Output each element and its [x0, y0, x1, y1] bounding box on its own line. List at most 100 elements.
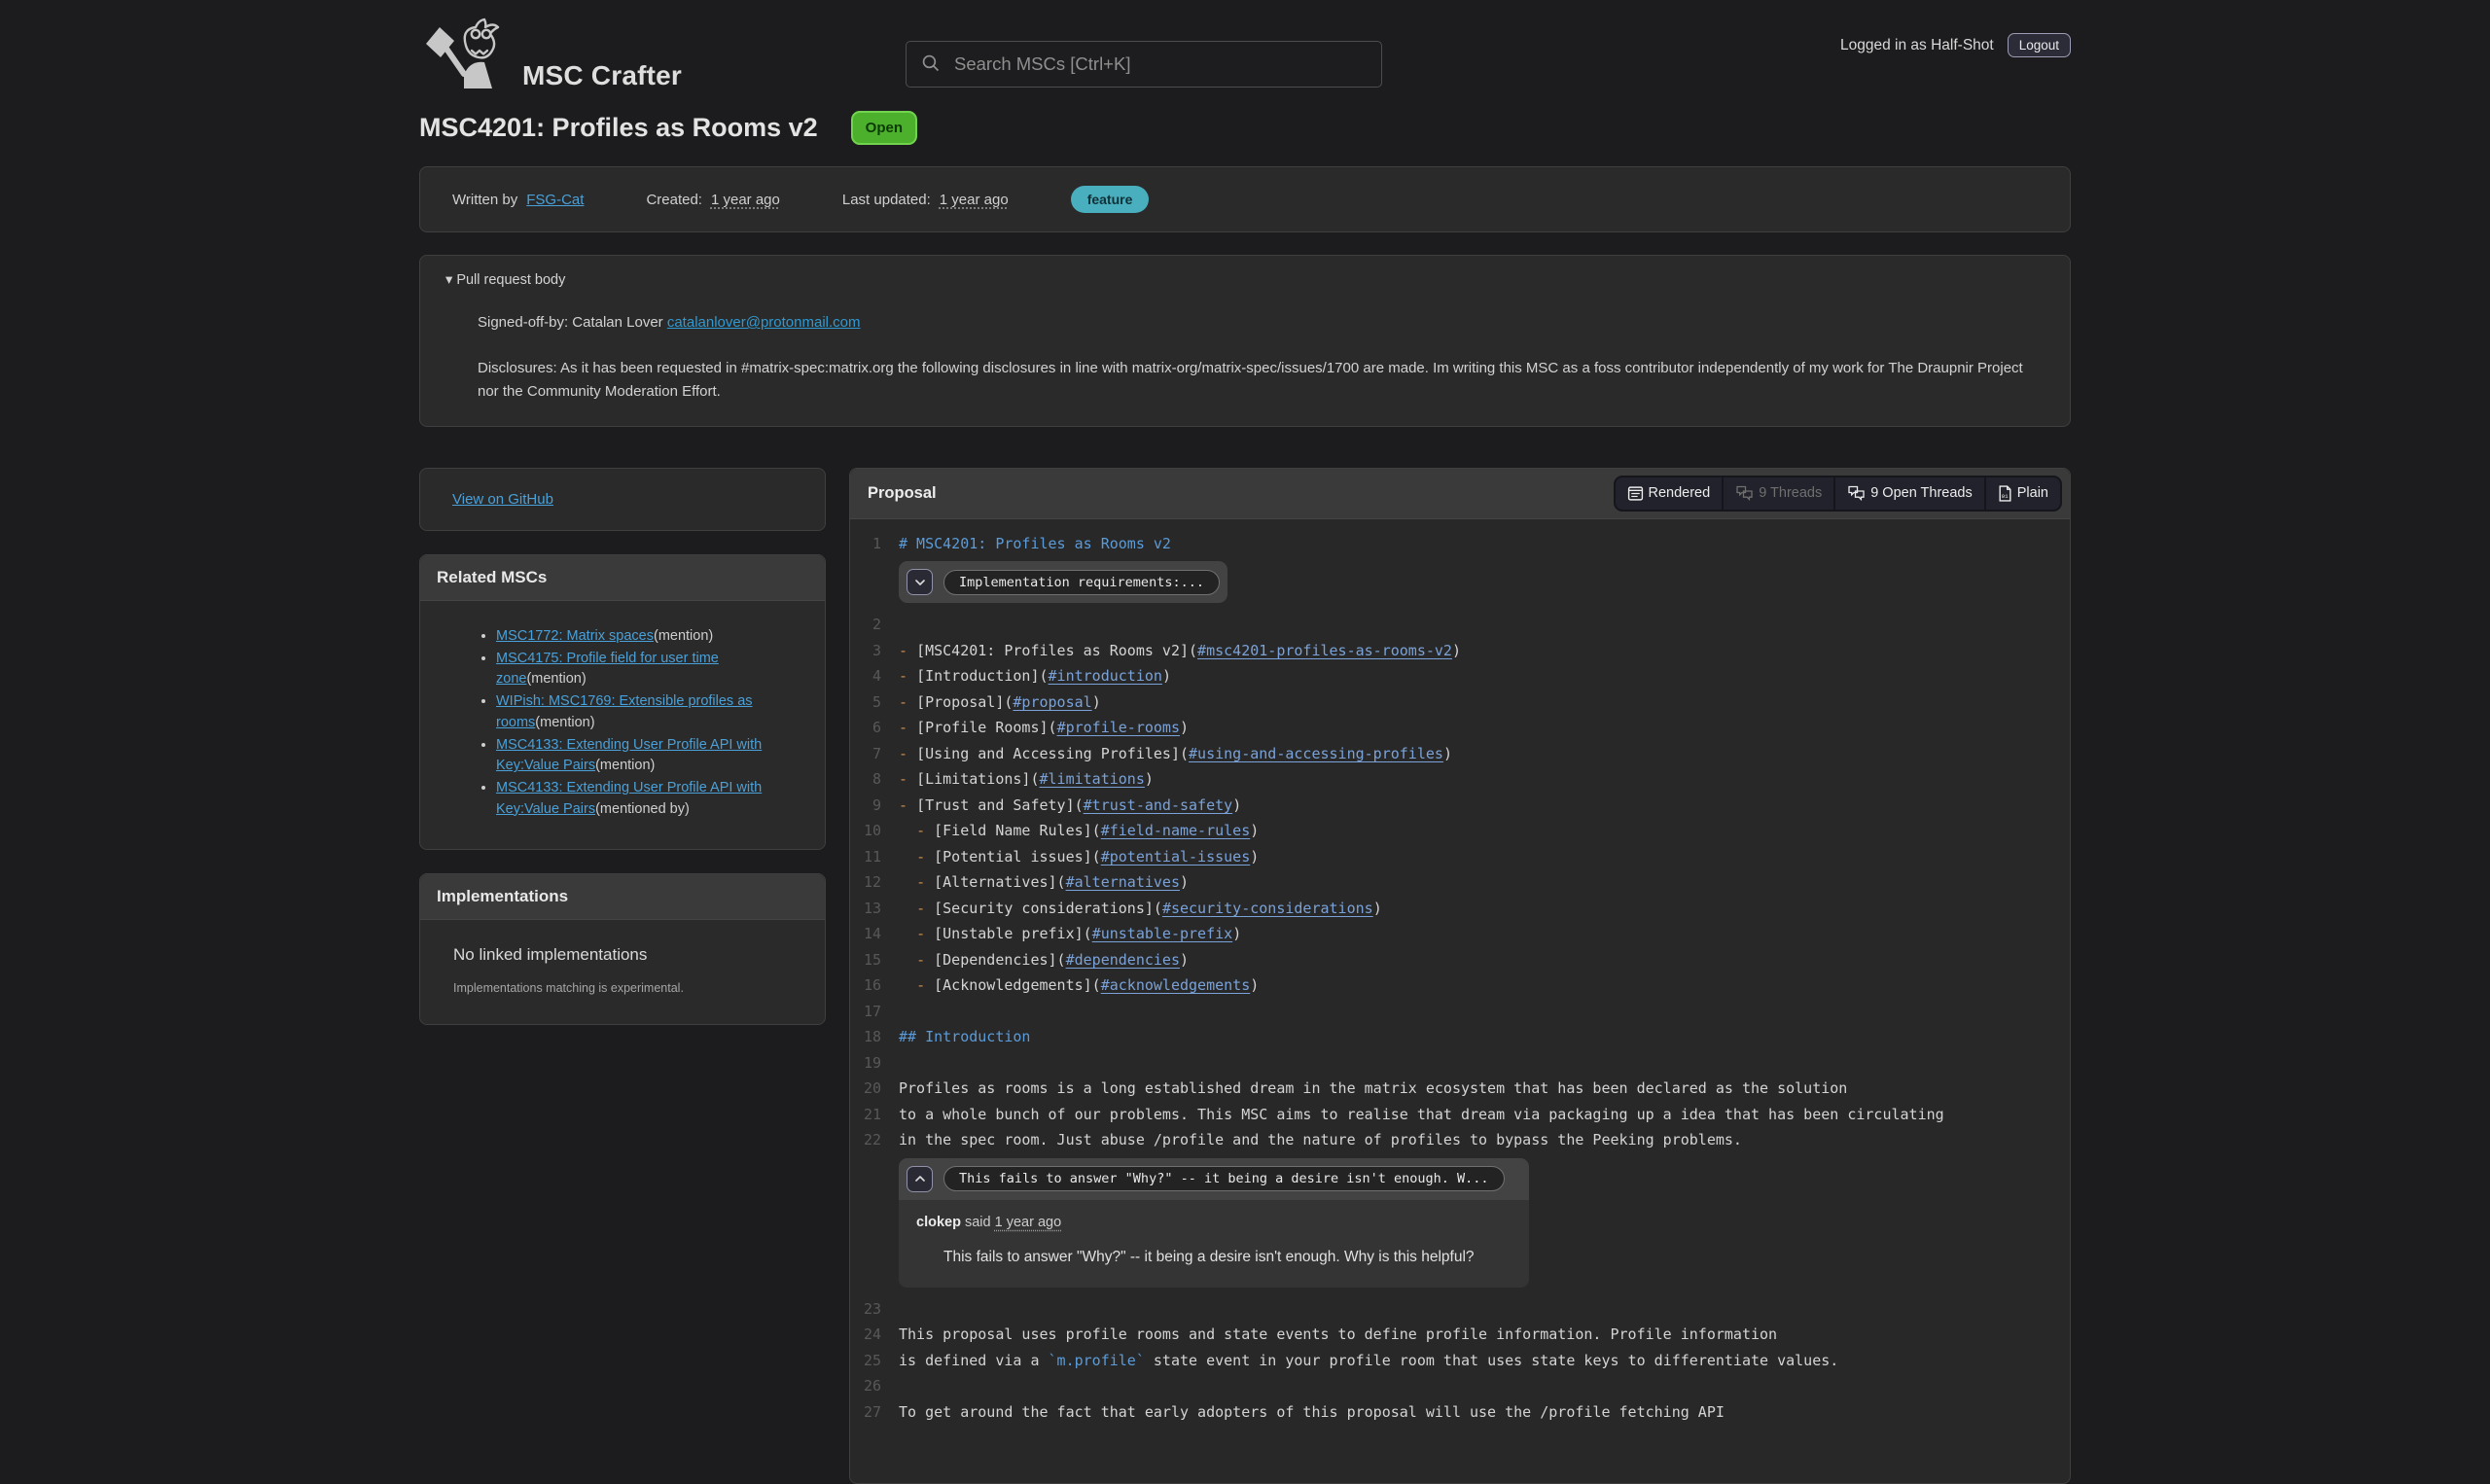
tab-9-threads[interactable]: 9 Threads — [1724, 477, 1833, 510]
related-msc-item: MSC4133: Extending User Profile API with… — [496, 778, 807, 821]
anchor-link[interactable]: #proposal — [1013, 693, 1091, 711]
anchor-link[interactable]: #profile-rooms — [1057, 719, 1180, 736]
signed-off-line: Signed-off-by: Catalan Lover catalanlove… — [478, 311, 2024, 334]
thread-expanded: This fails to answer "Why?" -- it being … — [899, 1158, 1529, 1288]
line-text: is defined via a `m.profile` state event… — [899, 1348, 1838, 1374]
anchor-link[interactable]: #msc4201-profiles-as-rooms-v2 — [1197, 642, 1452, 659]
file-icon: 01 — [1998, 485, 2012, 502]
thread-summary-pill[interactable]: This fails to answer "Why?" -- it being … — [943, 1166, 1505, 1191]
author-link[interactable]: FSG-Cat — [526, 192, 584, 208]
code-line: 2 — [850, 612, 2070, 638]
anchor-link[interactable]: #dependencies — [1066, 951, 1180, 969]
view-on-github-link[interactable]: View on GitHub — [452, 491, 553, 508]
line-text: # MSC4201: Profiles as Rooms v2 — [899, 531, 1171, 557]
line-number: 23 — [850, 1296, 881, 1323]
line-number: 7 — [850, 741, 881, 767]
github-card: View on GitHub — [419, 468, 826, 531]
related-msc-link[interactable]: MSC1772: Matrix spaces — [496, 628, 654, 644]
line-number: 13 — [850, 896, 881, 922]
anchor-link[interactable]: #potential-issues — [1101, 848, 1251, 866]
thread-summary-pill[interactable]: Implementation requirements:... — [943, 570, 1220, 595]
line-text: to a whole bunch of our problems. This M… — [899, 1102, 1944, 1128]
proposal-tabs: Rendered 9 Threads 9 Open Threads 01Plain — [1614, 476, 2063, 512]
code-line: 24 This proposal uses profile rooms and s… — [850, 1322, 2070, 1348]
code-line: 17 — [850, 999, 2070, 1025]
code-line: 11 - [Potential issues](#potential-issue… — [850, 844, 2070, 870]
meta-bar: Written by FSG-Cat Created: 1 year ago L… — [419, 166, 2071, 232]
search-box[interactable] — [906, 41, 1382, 88]
line-text: - [Acknowledgements](#acknowledgements) — [899, 972, 1259, 999]
related-msc-item: MSC4133: Extending User Profile API with… — [496, 735, 807, 778]
line-number: 25 — [850, 1348, 881, 1374]
disclosure-triangle-icon: ▾ — [445, 272, 452, 288]
tab-rendered[interactable]: Rendered — [1616, 477, 1723, 510]
related-msc-item: WIPish: MSC1769: Extensible profiles as … — [496, 691, 807, 734]
code-line: 10 - [Field Name Rules](#field-name-rule… — [850, 818, 2070, 844]
line-text: To get around the fact that early adopte… — [899, 1399, 1725, 1426]
line-number: 20 — [850, 1076, 881, 1102]
logged-in-text: Logged in as Half-Shot — [1840, 37, 1994, 54]
line-number: 19 — [850, 1050, 881, 1077]
line-number: 5 — [850, 689, 881, 716]
tab-plain[interactable]: 01Plain — [1986, 477, 2060, 510]
proposal-card: Proposal Rendered 9 Threads 9 Open Threads… — [849, 468, 2071, 1484]
created-value: 1 year ago — [711, 192, 780, 208]
line-text: - [Unstable prefix](#unstable-prefix) — [899, 921, 1241, 947]
page-container: MSC Crafter Logged in as Half-Shot Logou… — [419, 0, 2071, 1484]
related-msc-suffix: (mention) — [526, 671, 586, 687]
comment-text: This fails to answer "Why?" -- it being … — [916, 1247, 1512, 1268]
line-text: - [Profile Rooms](#profile-rooms) — [899, 715, 1189, 741]
line-number: 8 — [850, 766, 881, 793]
line-number: 9 — [850, 793, 881, 819]
line-number: 27 — [850, 1399, 881, 1426]
anchor-link[interactable]: #security-considerations — [1162, 900, 1373, 917]
tab-label: 9 Open Threads — [1870, 485, 1973, 501]
line-number: 22 — [850, 1127, 881, 1153]
anchor-link[interactable]: #trust-and-safety — [1084, 796, 1233, 814]
line-number: 26 — [850, 1373, 881, 1399]
implementations-note: Implementations matching is experimental… — [453, 981, 792, 995]
proposal-title: Proposal — [868, 484, 937, 503]
line-number: 6 — [850, 715, 881, 741]
code-line: 12 - [Alternatives](#alternatives) — [850, 869, 2070, 896]
logout-button[interactable]: Logout — [2008, 33, 2071, 57]
created-at: Created: 1 year ago — [646, 192, 779, 208]
anchor-link[interactable]: #limitations — [1040, 770, 1145, 788]
anchor-link[interactable]: #alternatives — [1066, 873, 1180, 891]
code-line: 27 To get around the fact that early adop… — [850, 1399, 2070, 1426]
code-line: 3- [MSC4201: Profiles as Rooms v2](#msc4… — [850, 638, 2070, 664]
disclosures-paragraph: Disclosures: As it has been requested in… — [478, 357, 2024, 403]
chevron-up-icon[interactable] — [907, 1166, 933, 1192]
anchor-link[interactable]: #field-name-rules — [1101, 822, 1251, 839]
line-text: - [Field Name Rules](#field-name-rules) — [899, 818, 1259, 844]
line-text: This proposal uses profile rooms and sta… — [899, 1322, 1777, 1348]
search-icon — [920, 53, 941, 77]
anchor-link[interactable]: #introduction — [1049, 667, 1162, 685]
code-line: 19 — [850, 1050, 2070, 1077]
code-line: 22in the spec room. Just abuse /profile … — [850, 1127, 2070, 1153]
line-number: 10 — [850, 818, 881, 844]
related-mscs-list: MSC1772: Matrix spaces(mention)MSC4175: … — [438, 626, 807, 821]
line-number: 15 — [850, 947, 881, 973]
anchor-link[interactable]: #acknowledgements — [1101, 976, 1251, 994]
written-by: Written by FSG-Cat — [452, 192, 584, 208]
line-number: 11 — [850, 844, 881, 870]
line-number: 24 — [850, 1322, 881, 1348]
line-text — [899, 612, 907, 638]
app-title: MSC Crafter — [522, 60, 682, 91]
line-text: - [Potential issues](#potential-issues) — [899, 844, 1259, 870]
comment-timestamp: 1 year ago — [995, 1215, 1062, 1230]
anchor-link[interactable]: #using-and-accessing-profiles — [1189, 745, 1443, 762]
pr-body-summary[interactable]: ▾ Pull request body — [445, 272, 2045, 288]
code-line: 4- [Introduction](#introduction) — [850, 663, 2070, 689]
email-link[interactable]: catalanlover@protonmail.com — [667, 314, 861, 331]
chevron-down-icon[interactable] — [907, 569, 933, 595]
code-line: 5- [Proposal](#proposal) — [850, 689, 2070, 716]
brand: MSC Crafter — [419, 16, 682, 93]
tab-label: 9 Threads — [1759, 485, 1822, 501]
tab-9-open-threads[interactable]: 9 Open Threads — [1835, 477, 1984, 510]
code-line: 6 - [Profile Rooms](#profile-rooms) — [850, 715, 2070, 741]
top-bar: MSC Crafter Logged in as Half-Shot Logou… — [419, 0, 2071, 93]
search-input[interactable] — [952, 53, 1368, 76]
anchor-link[interactable]: #unstable-prefix — [1092, 925, 1233, 942]
